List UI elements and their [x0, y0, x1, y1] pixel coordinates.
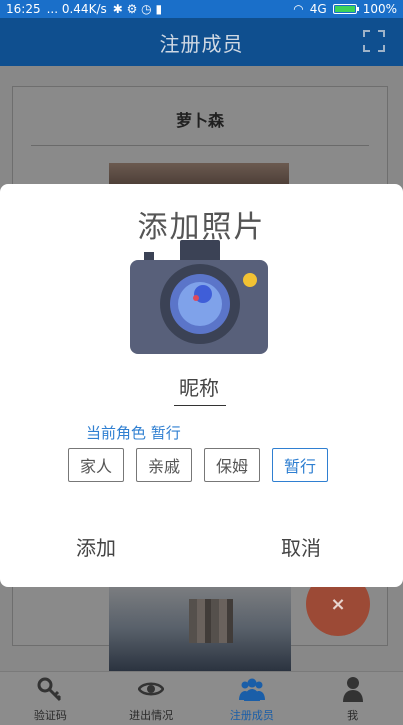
divider [31, 145, 369, 146]
wifi-icon: ◠ [293, 2, 304, 16]
current-role-prefix: 当前角色 [86, 424, 147, 442]
add-button[interactable]: 添加 [76, 532, 116, 561]
cancel-button[interactable]: 取消 [281, 532, 321, 561]
role-family-button[interactable]: 家人 [68, 448, 124, 482]
nav-item-access-log[interactable]: 进出情况 [101, 672, 202, 725]
person-icon [342, 677, 363, 702]
status-network: 4G [309, 2, 327, 16]
status-battery: 100% [362, 2, 397, 16]
key-icon [37, 677, 62, 702]
eye-icon [138, 682, 165, 696]
status-bar: 16:25 ... 0.44K/s ✱ ⚙ ◷ ▮ ◠ 4G 100% [0, 0, 403, 18]
status-speed: ... 0.44K/s [46, 2, 107, 16]
add-photo-dialog: 添加照片 昵称 当前角色 暂行 家人 亲戚 保姆 暂行 添加 取消 [0, 184, 403, 587]
users-icon [238, 678, 265, 701]
nav-label: 验证码 [33, 709, 67, 722]
nav-label: 我 [347, 709, 359, 722]
role-nanny-button[interactable]: 保姆 [204, 448, 260, 482]
nav-label: 进出情况 [129, 709, 174, 722]
nickname-label: 昵称 [179, 376, 219, 400]
nav-item-me[interactable]: 我 [302, 672, 403, 725]
camera-icon[interactable] [130, 240, 268, 354]
scan-icon[interactable] [363, 30, 385, 52]
current-role: 当前角色 暂行 [86, 422, 181, 443]
status-icons: ✱ ⚙ ◷ ▮ [112, 2, 163, 16]
nav-item-register-members[interactable]: 注册成员 [202, 672, 303, 725]
role-relative-button[interactable]: 亲戚 [136, 448, 192, 482]
nickname-underline [174, 405, 226, 406]
close-icon: × [330, 593, 346, 615]
role-temporary-button[interactable]: 暂行 [272, 448, 328, 482]
status-time: 16:25 [6, 2, 41, 16]
bottom-nav: 验证码 进出情况 注册成员 我 [0, 671, 403, 725]
nickname-field[interactable]: 昵称 [174, 372, 226, 406]
role-options: 家人 亲戚 保姆 暂行 [68, 448, 328, 482]
member-name: 萝卜森 [175, 111, 224, 130]
battery-icon [332, 4, 359, 14]
nav-item-verification-code[interactable]: 验证码 [0, 672, 101, 725]
app-bar: 注册成员 [0, 18, 403, 66]
current-role-value: 暂行 [150, 424, 181, 442]
page-title: 注册成员 [159, 31, 244, 56]
pixelated-face [189, 599, 233, 643]
nav-label: 注册成员 [229, 709, 274, 722]
member-photo-secondary [109, 587, 291, 671]
